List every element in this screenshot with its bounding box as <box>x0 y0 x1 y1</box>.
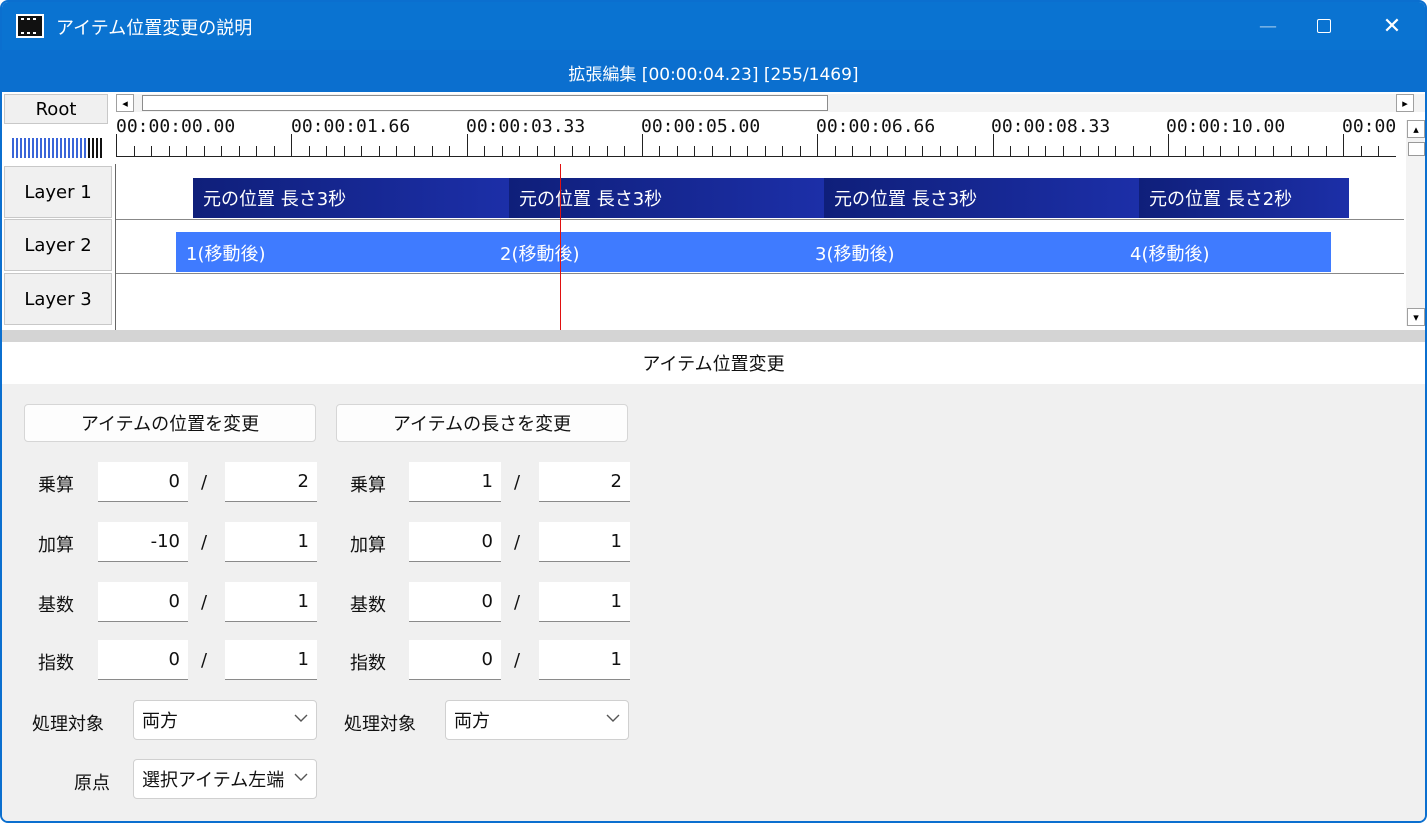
select-value: 選択アイテム左端 <box>142 770 285 791</box>
position-add-den[interactable]: 1 <box>225 522 317 562</box>
length-base-label: 基数 <box>350 595 386 616</box>
timeline-object[interactable]: 元の位置 長さ3秒 <box>509 178 824 218</box>
ruler-ticks <box>116 134 1396 157</box>
position-add-label: 加算 <box>38 535 74 556</box>
select-value: 両方 <box>142 711 178 732</box>
length-multiply-label: 乗算 <box>350 475 386 496</box>
app-window: アイテム位置変更の説明 — ✕ 拡張編集 [00:00:04.23] [255/… <box>0 0 1427 823</box>
length-base-den[interactable]: 1 <box>539 582 630 622</box>
panel-title: アイテム位置変更 <box>2 342 1425 384</box>
scroll-left-button[interactable]: ◂ <box>116 94 134 112</box>
fraction-slash: / <box>514 532 521 553</box>
position-multiply-den[interactable]: 2 <box>225 462 317 502</box>
time-ruler[interactable]: 00:00:00.00 00:00:01.66 00:00:03.33 00:0… <box>116 112 1396 164</box>
scroll-up-button[interactable]: ▴ <box>1407 120 1425 138</box>
vertical-scrollbar[interactable]: ▴ ▾ <box>1406 120 1425 326</box>
length-multiply-num[interactable]: 1 <box>409 462 501 502</box>
position-exponent-den[interactable]: 1 <box>225 640 317 680</box>
horizontal-scrollbar[interactable]: ◂ ▸ <box>116 94 1425 112</box>
length-multiply-den[interactable]: 2 <box>539 462 630 502</box>
layer-2-header[interactable]: Layer 2 <box>4 219 112 271</box>
chevron-down-icon <box>606 714 620 722</box>
length-add-num[interactable]: 0 <box>409 522 501 562</box>
film-icon <box>16 14 44 38</box>
timeline: Root ◂ ▸ 00:00:00.00 00:00:01.66 00:00:0… <box>2 92 1425 330</box>
scroll-down-button[interactable]: ▾ <box>1407 308 1425 326</box>
object-label: 1(移動後) <box>186 244 266 265</box>
chevron-down-icon <box>294 770 308 784</box>
length-exponent-num[interactable]: 0 <box>409 640 501 680</box>
lane-border <box>115 164 116 330</box>
timeline-object-moved[interactable]: 1(移動後) 2(移動後) 3(移動後) 4(移動後) <box>176 232 1331 272</box>
minimize-button[interactable]: — <box>1238 2 1298 50</box>
position-base-label: 基数 <box>38 595 74 616</box>
root-button[interactable]: Root <box>4 94 108 124</box>
maximize-button[interactable] <box>1294 2 1354 50</box>
layer-1-header[interactable]: Layer 1 <box>4 166 112 218</box>
fraction-slash: / <box>514 592 521 613</box>
fraction-slash: / <box>201 592 208 613</box>
position-target-label: 処理対象 <box>32 714 104 735</box>
object-label: 4(移動後) <box>1130 244 1210 265</box>
layer-3-header[interactable]: Layer 3 <box>4 273 112 325</box>
fraction-slash: / <box>201 532 208 553</box>
origin-label: 原点 <box>74 773 110 794</box>
length-add-label: 加算 <box>350 535 386 556</box>
fraction-slash: / <box>201 650 208 671</box>
fraction-slash: / <box>514 650 521 671</box>
timeline-object[interactable]: 元の位置 長さ2秒 <box>1139 178 1349 218</box>
length-target-select[interactable]: 両方 <box>445 700 629 740</box>
length-exponent-den[interactable]: 1 <box>539 640 630 680</box>
position-target-select[interactable]: 両方 <box>133 700 317 740</box>
playhead[interactable] <box>560 164 561 330</box>
title-bar: アイテム位置変更の説明 — ✕ <box>2 2 1425 50</box>
position-add-num[interactable]: -10 <box>98 522 188 562</box>
length-add-den[interactable]: 1 <box>539 522 630 562</box>
chevron-down-icon <box>294 714 308 722</box>
settings-panel: アイテムの位置を変更 アイテムの長さを変更 乗算 0 / 2 加算 -10 / … <box>2 384 1425 821</box>
position-exponent-label: 指数 <box>38 653 74 674</box>
position-multiply-num[interactable]: 0 <box>98 462 188 502</box>
zoom-slider[interactable] <box>12 138 102 158</box>
length-base-num[interactable]: 0 <box>409 582 501 622</box>
scroll-right-button[interactable]: ▸ <box>1396 94 1414 112</box>
length-target-label: 処理対象 <box>344 714 416 735</box>
scroll-thumb[interactable] <box>142 95 828 111</box>
length-exponent-label: 指数 <box>350 653 386 674</box>
position-base-den[interactable]: 1 <box>225 582 317 622</box>
fraction-slash: / <box>514 472 521 493</box>
lane-separator <box>116 219 1404 220</box>
change-length-button[interactable]: アイテムの長さを変更 <box>336 404 628 442</box>
maximize-icon <box>1317 19 1331 33</box>
vertical-scroll-thumb[interactable] <box>1408 142 1425 156</box>
close-button[interactable]: ✕ <box>1362 2 1422 50</box>
position-base-num[interactable]: 0 <box>98 582 188 622</box>
origin-select[interactable]: 選択アイテム左端 <box>133 759 317 799</box>
window-title: アイテム位置変更の説明 <box>56 18 253 39</box>
select-value: 両方 <box>454 711 490 732</box>
lane-separator <box>116 273 1404 274</box>
timeline-object[interactable]: 元の位置 長さ3秒 <box>824 178 1139 218</box>
change-position-button[interactable]: アイテムの位置を変更 <box>24 404 316 442</box>
timeline-object[interactable]: 元の位置 長さ3秒 <box>193 178 509 218</box>
object-label: 3(移動後) <box>815 244 895 265</box>
panel-divider[interactable] <box>2 330 1425 342</box>
position-multiply-label: 乗算 <box>38 475 74 496</box>
position-exponent-num[interactable]: 0 <box>98 640 188 680</box>
fraction-slash: / <box>201 472 208 493</box>
timeline-header: 拡張編集 [00:00:04.23] [255/1469] <box>2 50 1425 94</box>
zoom-level-indicator <box>88 138 102 158</box>
object-label: 2(移動後) <box>500 244 580 265</box>
